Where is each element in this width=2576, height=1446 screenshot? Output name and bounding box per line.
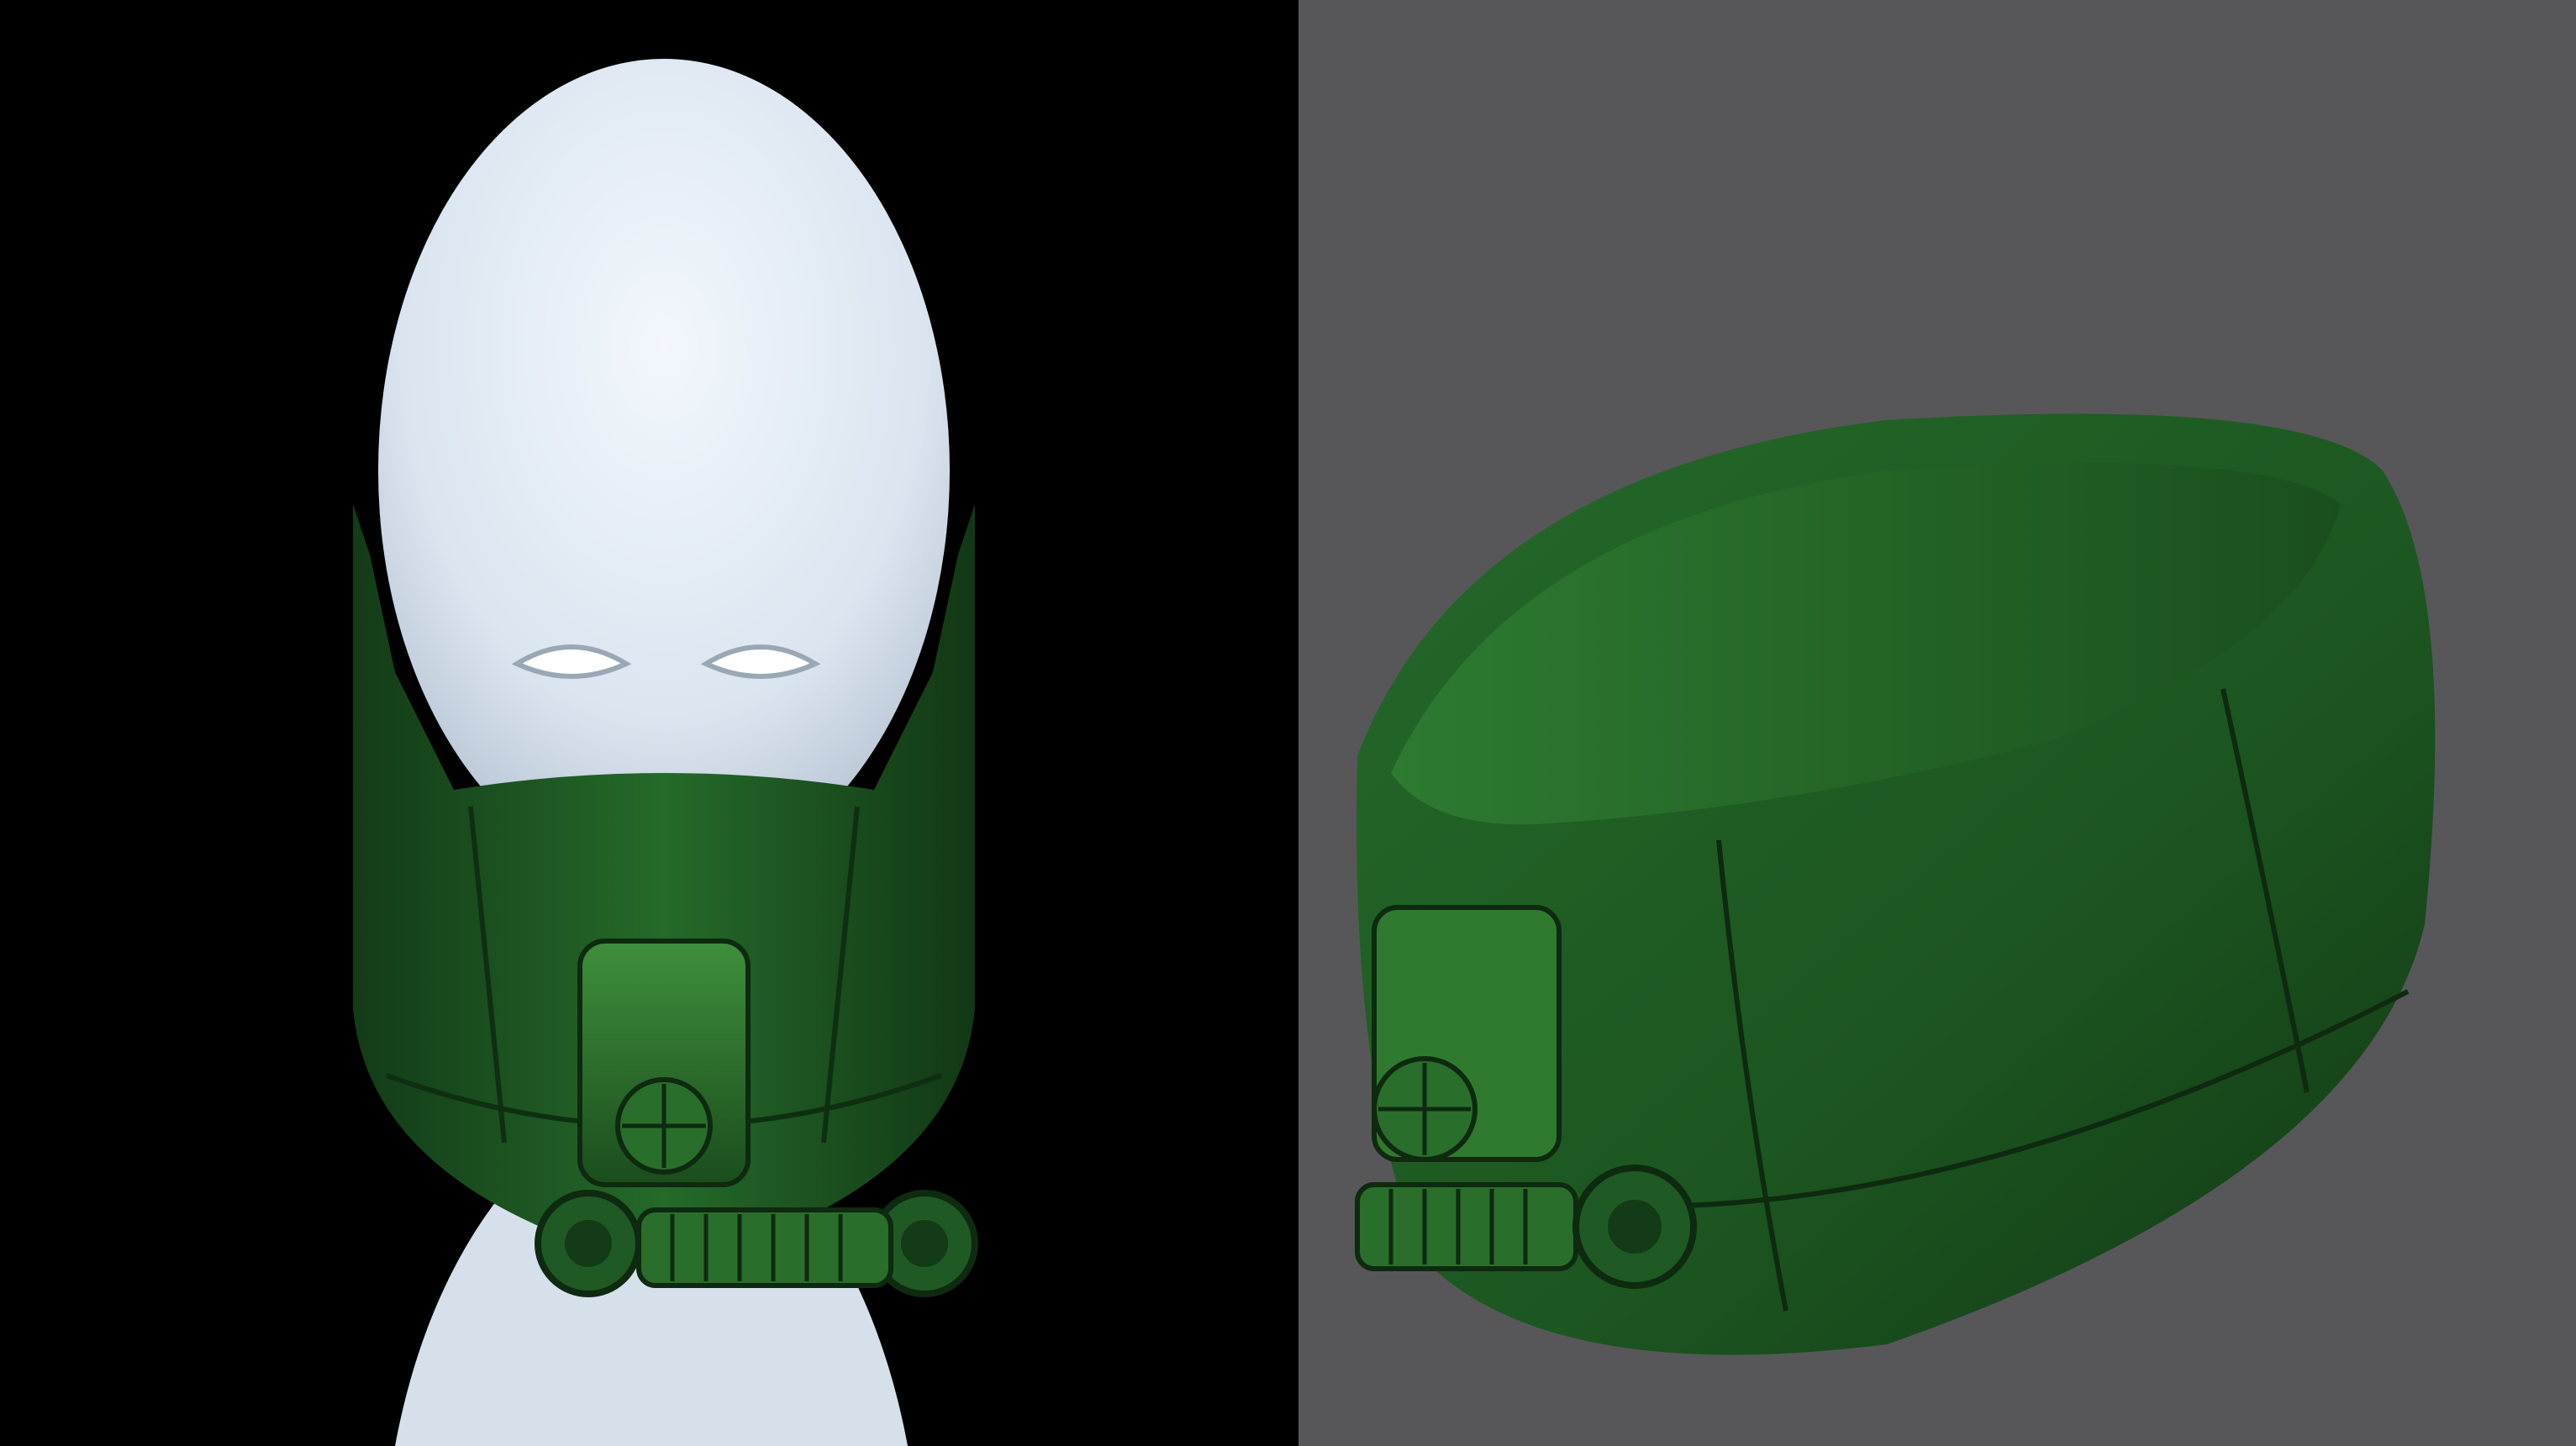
filter-round-core — [1608, 1200, 1662, 1254]
filter-tube — [636, 1207, 893, 1288]
mannequin-head — [378, 59, 950, 882]
filter-right-core — [901, 1220, 948, 1267]
mannequin-view — [0, 0, 1299, 1446]
mask-three-quarter-illustration — [1355, 413, 2436, 1355]
mannequin-with-mask-illustration — [353, 59, 978, 1446]
filter-left-core — [565, 1220, 612, 1267]
three-quarter-view — [1299, 0, 2576, 1446]
